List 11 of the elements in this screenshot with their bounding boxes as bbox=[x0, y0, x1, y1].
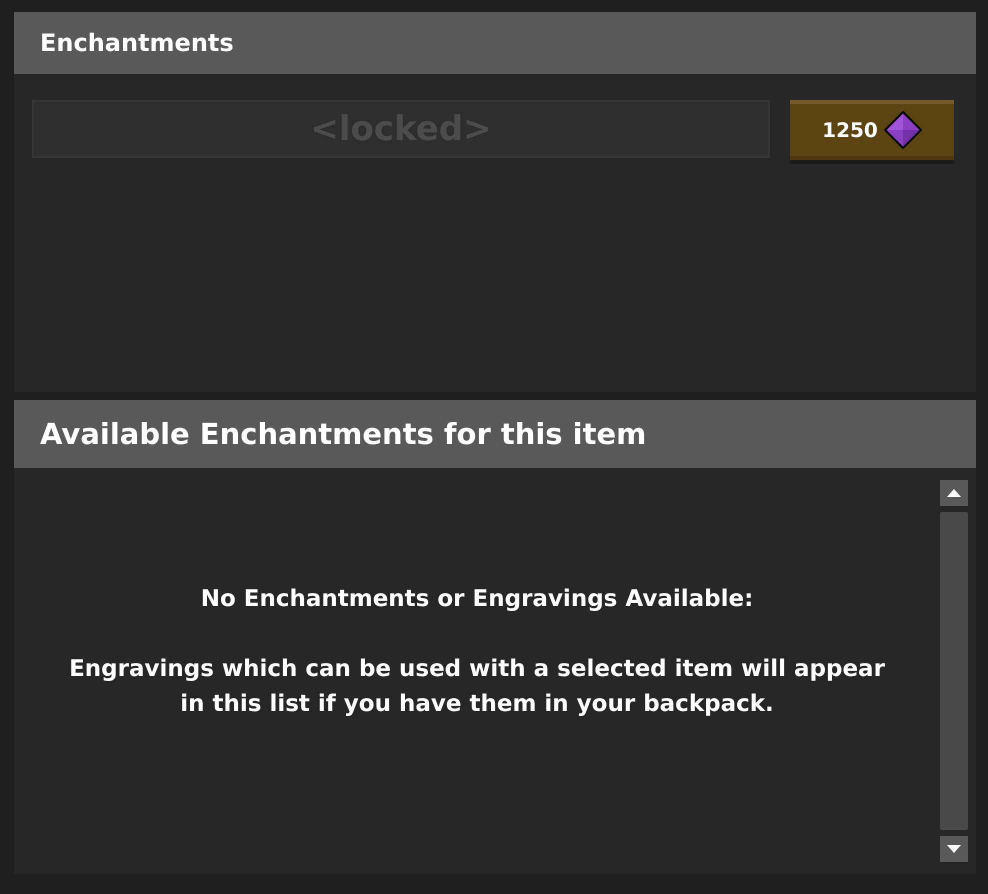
down-arrow-icon bbox=[947, 845, 961, 853]
panel-title: Enchantments bbox=[14, 12, 976, 74]
purchase-button[interactable]: 1250 bbox=[790, 100, 954, 160]
up-arrow-icon bbox=[947, 489, 961, 497]
empty-message: Engravings which can be used with a selected item will appear in this list if you have them in your backpack. bbox=[68, 655, 886, 719]
scroll-up-button[interactable] bbox=[940, 480, 968, 506]
gem-icon bbox=[884, 111, 922, 149]
scrollbar-track[interactable] bbox=[940, 512, 968, 830]
scroll-down-button[interactable] bbox=[940, 836, 968, 862]
empty-heading: No Enchantments or Engravings Available: bbox=[200, 585, 754, 614]
panel-title: Available Enchantments for this item bbox=[14, 400, 976, 468]
